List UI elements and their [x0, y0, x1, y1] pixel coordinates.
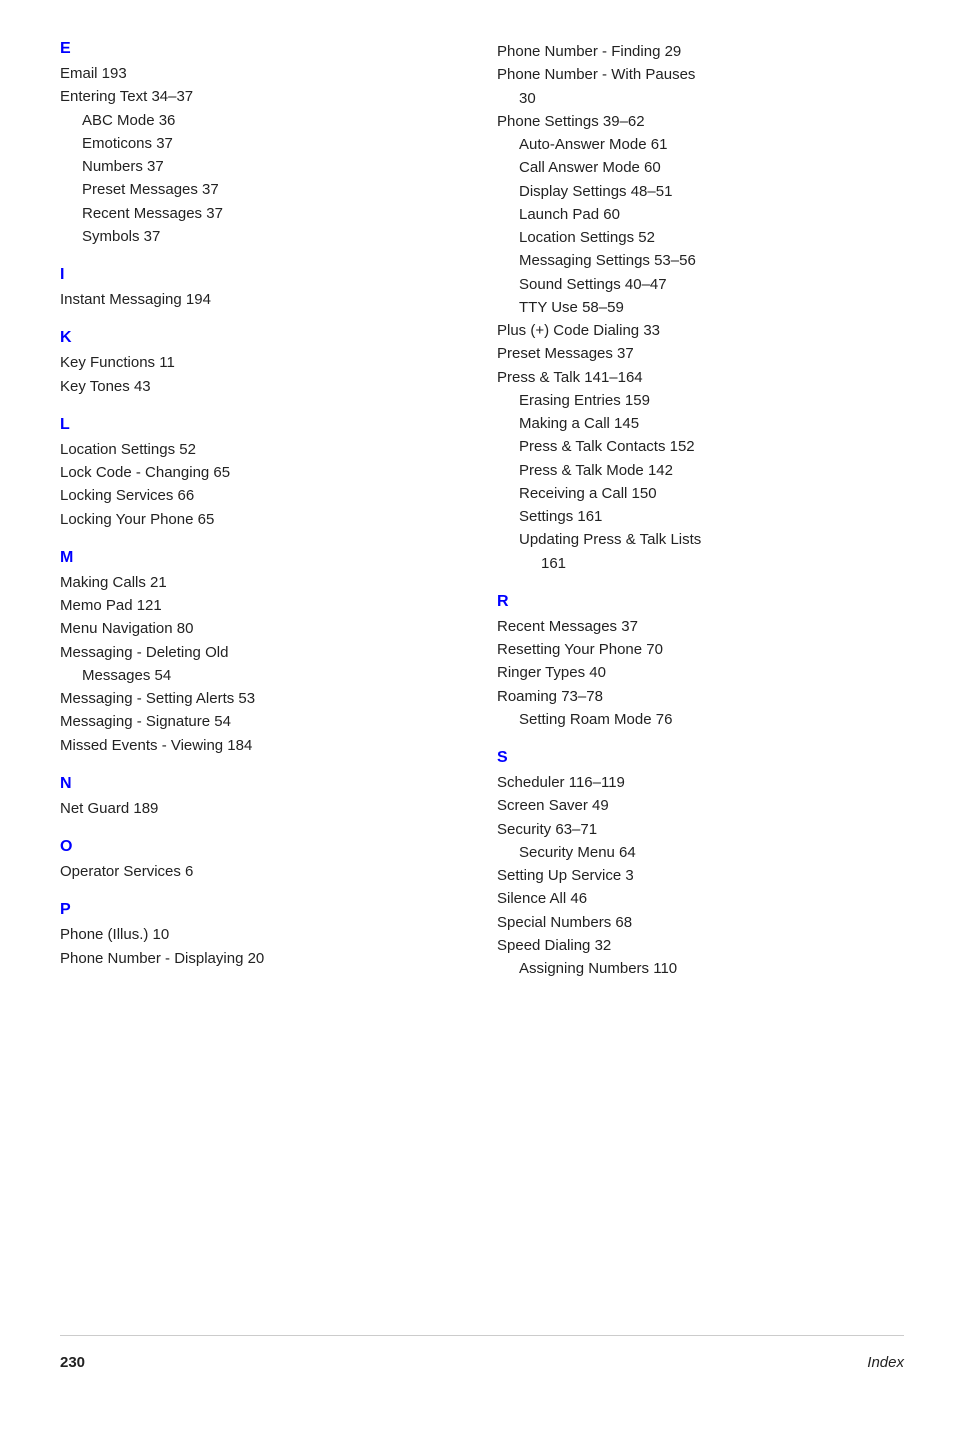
index-entry: Sound Settings 40–47: [497, 273, 904, 296]
index-section: N Net Guard 189: [60, 775, 467, 820]
index-entry: Auto-Answer Mode 61: [497, 133, 904, 156]
index-entry: Key Functions 11: [60, 351, 467, 374]
index-entry: Screen Saver 49: [497, 794, 904, 817]
index-entry: Display Settings 48–51: [497, 180, 904, 203]
index-entry: Making Calls 21: [60, 571, 467, 594]
section-letter: O: [60, 838, 467, 856]
index-entry: Setting Roam Mode 76: [497, 708, 904, 731]
index-entry: ABC Mode 36: [60, 109, 467, 132]
index-entry: Press & Talk Contacts 152: [497, 435, 904, 458]
section-letter: N: [60, 775, 467, 793]
index-entry: Recent Messages 37: [60, 202, 467, 225]
index-entry: Phone (Illus.) 10: [60, 923, 467, 946]
index-entry: Launch Pad 60: [497, 203, 904, 226]
index-entry: Symbols 37: [60, 225, 467, 248]
index-entry: Special Numbers 68: [497, 911, 904, 934]
section-letter: L: [60, 416, 467, 434]
index-section: L Location Settings 52Lock Code - Changin…: [60, 416, 467, 531]
index-entry: Making a Call 145: [497, 412, 904, 435]
section-letter: R: [497, 593, 904, 611]
index-section: O Operator Services 6: [60, 838, 467, 883]
index-entry: Silence All 46: [497, 887, 904, 910]
index-section: K Key Functions 11Key Tones 43: [60, 329, 467, 398]
section-letter: S: [497, 749, 904, 767]
index-entry: Security 63–71: [497, 818, 904, 841]
index-entry: Key Tones 43: [60, 375, 467, 398]
right-column: Phone Number - Finding 29Phone Number - …: [497, 40, 904, 1335]
section-letter: P: [60, 901, 467, 919]
index-entry: Security Menu 64: [497, 841, 904, 864]
index-entry: Entering Text 34–37: [60, 85, 467, 108]
index-entry: Phone Settings 39–62: [497, 110, 904, 133]
index-entry: Updating Press & Talk Lists: [497, 528, 904, 551]
index-entry: Locking Your Phone 65: [60, 508, 467, 531]
index-section: P Phone (Illus.) 10Phone Number - Display…: [60, 901, 467, 970]
index-entry: Scheduler 116–119: [497, 771, 904, 794]
index-section: SScheduler 116–119Screen Saver 49Securit…: [497, 749, 904, 980]
index-entry: Roaming 73–78: [497, 685, 904, 708]
index-entry: Preset Messages 37: [60, 178, 467, 201]
index-entry: Messaging - Signature 54: [60, 710, 467, 733]
content-columns: E Email 193Entering Text 34–37ABC Mode 36…: [60, 40, 904, 1335]
index-entry: Resetting Your Phone 70: [497, 638, 904, 661]
section-letter: I: [60, 266, 467, 284]
page: E Email 193Entering Text 34–37ABC Mode 36…: [0, 0, 954, 1431]
index-entry: Preset Messages 37: [497, 342, 904, 365]
index-entry: Call Answer Mode 60: [497, 156, 904, 179]
index-entry: Instant Messaging 194: [60, 288, 467, 311]
index-entry: Plus (+) Code Dialing 33: [497, 319, 904, 342]
section-label: Index: [867, 1354, 904, 1371]
index-entry: Memo Pad 121: [60, 594, 467, 617]
index-entry: TTY Use 58–59: [497, 296, 904, 319]
index-entry: Settings 161: [497, 505, 904, 528]
index-section: I Instant Messaging 194: [60, 266, 467, 311]
index-entry: Phone Number - With Pauses: [497, 63, 904, 86]
index-entry: Locking Services 66: [60, 484, 467, 507]
index-entry: Missed Events - Viewing 184: [60, 734, 467, 757]
page-footer: 230 Index: [60, 1335, 904, 1371]
index-entry: 161: [497, 552, 904, 575]
index-entry: Net Guard 189: [60, 797, 467, 820]
index-entry: Press & Talk Mode 142: [497, 459, 904, 482]
index-entry: Messaging - Setting Alerts 53: [60, 687, 467, 710]
index-entry: Menu Navigation 80: [60, 617, 467, 640]
index-entry: Operator Services 6: [60, 860, 467, 883]
index-section: Phone Number - Finding 29Phone Number - …: [497, 40, 904, 575]
index-entry: Messaging Settings 53–56: [497, 249, 904, 272]
index-entry: Receiving a Call 150: [497, 482, 904, 505]
index-entry: Press & Talk 141–164: [497, 366, 904, 389]
index-entry: Erasing Entries 159: [497, 389, 904, 412]
left-column: E Email 193Entering Text 34–37ABC Mode 36…: [60, 40, 497, 1335]
index-entry: Location Settings 52: [60, 438, 467, 461]
index-entry: 30: [497, 87, 904, 110]
index-entry: Recent Messages 37: [497, 615, 904, 638]
index-entry: Speed Dialing 32: [497, 934, 904, 957]
section-letter: M: [60, 549, 467, 567]
index-entry: Emoticons 37: [60, 132, 467, 155]
page-number: 230: [60, 1354, 85, 1371]
index-entry: Lock Code - Changing 65: [60, 461, 467, 484]
index-entry: Phone Number - Displaying 20: [60, 947, 467, 970]
index-entry: Numbers 37: [60, 155, 467, 178]
index-section: R Recent Messages 37Resetting Your Phone …: [497, 593, 904, 731]
section-letter: K: [60, 329, 467, 347]
index-entry: Setting Up Service 3: [497, 864, 904, 887]
section-letter: E: [60, 40, 467, 58]
index-entry: Assigning Numbers 110: [497, 957, 904, 980]
index-entry: Ringer Types 40: [497, 661, 904, 684]
index-section: M Making Calls 21Memo Pad 121Menu Navigat…: [60, 549, 467, 757]
index-entry: Email 193: [60, 62, 467, 85]
index-section: E Email 193Entering Text 34–37ABC Mode 36…: [60, 40, 467, 248]
index-entry: Messaging - Deleting Old: [60, 641, 467, 664]
index-entry: Location Settings 52: [497, 226, 904, 249]
index-entry: Messages 54: [60, 664, 467, 687]
index-entry: Phone Number - Finding 29: [497, 40, 904, 63]
